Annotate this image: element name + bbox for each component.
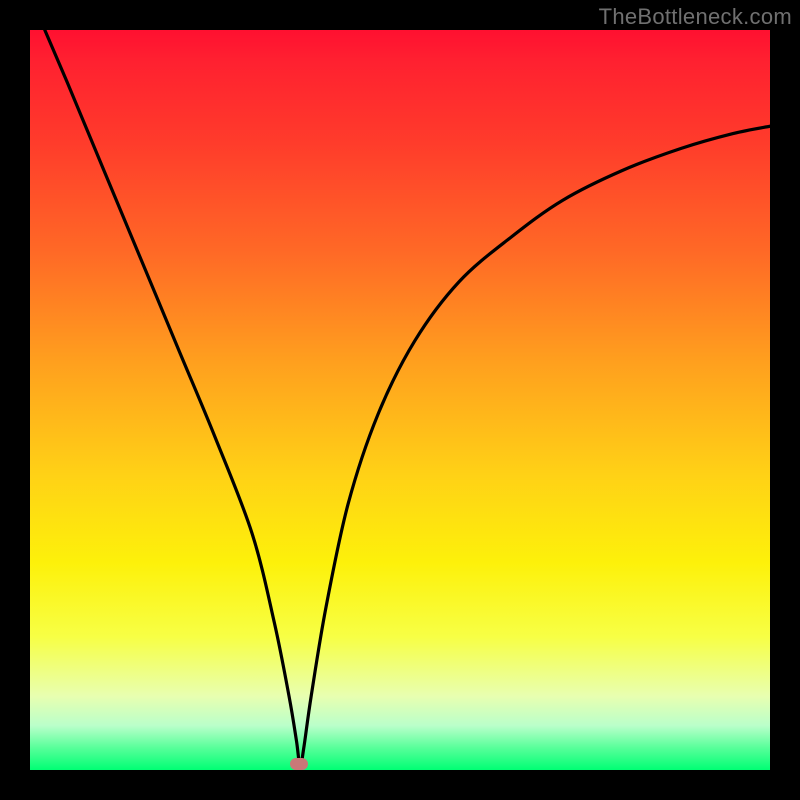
- attribution-text: TheBottleneck.com: [599, 4, 792, 30]
- bottleneck-curve: [30, 30, 770, 770]
- plot-area: [30, 30, 770, 770]
- optimum-marker: [290, 758, 308, 770]
- chart-frame: TheBottleneck.com: [0, 0, 800, 800]
